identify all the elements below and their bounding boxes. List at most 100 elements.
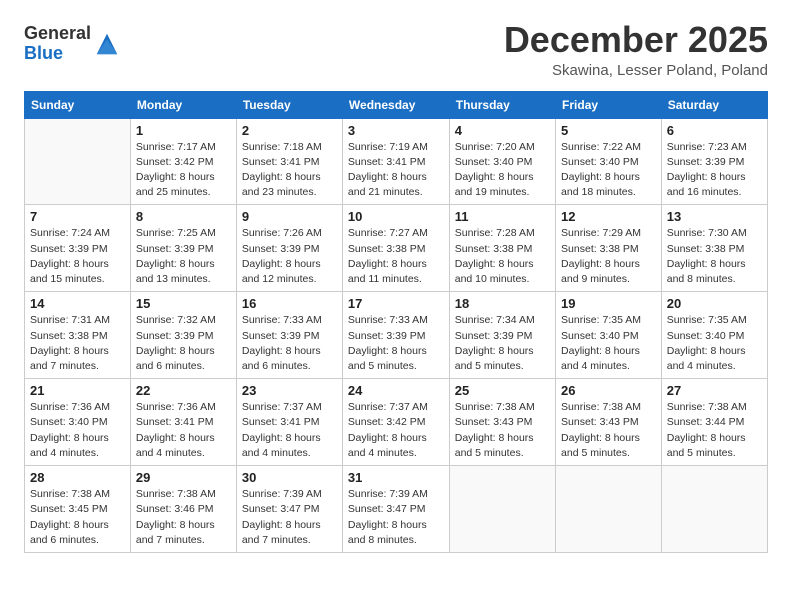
day-number: 29 xyxy=(136,470,231,485)
calendar-cell: 11 Sunrise: 7:28 AMSunset: 3:38 PMDayligh… xyxy=(449,205,555,292)
day-number: 30 xyxy=(242,470,337,485)
calendar-cell: 29 Sunrise: 7:38 AMSunset: 3:46 PMDayligh… xyxy=(130,466,236,553)
day-info: Sunrise: 7:30 AMSunset: 3:38 PMDaylight:… xyxy=(667,226,762,287)
calendar-cell: 31 Sunrise: 7:39 AMSunset: 3:47 PMDayligh… xyxy=(342,466,449,553)
calendar-cell: 7 Sunrise: 7:24 AMSunset: 3:39 PMDaylight… xyxy=(25,205,131,292)
calendar-cell: 23 Sunrise: 7:37 AMSunset: 3:41 PMDayligh… xyxy=(236,379,342,466)
calendar-cell: 2 Sunrise: 7:18 AMSunset: 3:41 PMDaylight… xyxy=(236,118,342,205)
day-info: Sunrise: 7:37 AMSunset: 3:41 PMDaylight:… xyxy=(242,400,337,461)
calendar-cell: 4Sunrise: 7:20 AMSunset: 3:40 PMDaylight… xyxy=(449,118,555,205)
day-info: Sunrise: 7:29 AMSunset: 3:38 PMDaylight:… xyxy=(561,226,656,287)
day-info: Sunrise: 7:18 AMSunset: 3:41 PMDaylight:… xyxy=(242,140,337,201)
day-number: 6 xyxy=(667,123,762,138)
calendar-cell: 14 Sunrise: 7:31 AMSunset: 3:38 PMDayligh… xyxy=(25,292,131,379)
calendar-cell: 26Sunrise: 7:38 AMSunset: 3:43 PMDayligh… xyxy=(556,379,662,466)
day-number: 4 xyxy=(455,123,550,138)
day-info: Sunrise: 7:19 AMSunset: 3:41 PMDaylight:… xyxy=(348,140,444,201)
day-number: 12 xyxy=(561,209,656,224)
day-info: Sunrise: 7:38 AMSunset: 3:44 PMDaylight:… xyxy=(667,400,762,461)
day-number: 10 xyxy=(348,209,444,224)
day-number: 14 xyxy=(30,296,125,311)
day-info: Sunrise: 7:35 AMSunset: 3:40 PMDaylight:… xyxy=(667,313,762,374)
day-number: 23 xyxy=(242,383,337,398)
day-info: Sunrise: 7:24 AMSunset: 3:39 PMDaylight:… xyxy=(30,226,125,287)
day-info: Sunrise: 7:39 AMSunset: 3:47 PMDaylight:… xyxy=(242,487,337,548)
day-number: 20 xyxy=(667,296,762,311)
day-info: Sunrise: 7:36 AMSunset: 3:41 PMDaylight:… xyxy=(136,400,231,461)
calendar-cell: 24 Sunrise: 7:37 AMSunset: 3:42 PMDayligh… xyxy=(342,379,449,466)
day-info: Sunrise: 7:17 AMSunset: 3:42 PMDaylight:… xyxy=(136,140,231,201)
day-info: Sunrise: 7:37 AMSunset: 3:42 PMDaylight:… xyxy=(348,400,444,461)
day-number: 15 xyxy=(136,296,231,311)
day-info: Sunrise: 7:25 AMSunset: 3:39 PMDaylight:… xyxy=(136,226,231,287)
day-number: 19 xyxy=(561,296,656,311)
day-info: Sunrise: 7:38 AMSunset: 3:46 PMDaylight:… xyxy=(136,487,231,548)
calendar-cell xyxy=(661,466,767,553)
day-info: Sunrise: 7:27 AMSunset: 3:38 PMDaylight:… xyxy=(348,226,444,287)
calendar-header-tuesday: Tuesday xyxy=(236,91,342,118)
logo-blue: Blue xyxy=(24,44,91,64)
day-number: 2 xyxy=(242,123,337,138)
calendar-cell: 6 Sunrise: 7:23 AMSunset: 3:39 PMDaylight… xyxy=(661,118,767,205)
day-info: Sunrise: 7:28 AMSunset: 3:38 PMDaylight:… xyxy=(455,226,550,287)
day-info: Sunrise: 7:33 AMSunset: 3:39 PMDaylight:… xyxy=(242,313,337,374)
day-number: 24 xyxy=(348,383,444,398)
calendar-cell: 12 Sunrise: 7:29 AMSunset: 3:38 PMDayligh… xyxy=(556,205,662,292)
logo: General Blue xyxy=(24,24,121,64)
day-number: 11 xyxy=(455,209,550,224)
calendar-cell: 1 Sunrise: 7:17 AMSunset: 3:42 PMDaylight… xyxy=(130,118,236,205)
location-title: Skawina, Lesser Poland, Poland xyxy=(504,62,768,79)
day-number: 5 xyxy=(561,123,656,138)
calendar-cell: 10 Sunrise: 7:27 AMSunset: 3:38 PMDayligh… xyxy=(342,205,449,292)
logo-general: General xyxy=(24,24,91,44)
day-number: 21 xyxy=(30,383,125,398)
day-info: Sunrise: 7:38 AMSunset: 3:43 PMDaylight:… xyxy=(455,400,550,461)
logo-icon xyxy=(93,30,121,58)
calendar-header-wednesday: Wednesday xyxy=(342,91,449,118)
calendar-cell: 13 Sunrise: 7:30 AMSunset: 3:38 PMDayligh… xyxy=(661,205,767,292)
day-number: 7 xyxy=(30,209,125,224)
day-info: Sunrise: 7:35 AMSunset: 3:40 PMDaylight:… xyxy=(561,313,656,374)
calendar-cell: 16 Sunrise: 7:33 AMSunset: 3:39 PMDayligh… xyxy=(236,292,342,379)
calendar-cell xyxy=(556,466,662,553)
day-info: Sunrise: 7:26 AMSunset: 3:39 PMDaylight:… xyxy=(242,226,337,287)
calendar-cell: 5 Sunrise: 7:22 AMSunset: 3:40 PMDaylight… xyxy=(556,118,662,205)
calendar-cell: 15 Sunrise: 7:32 AMSunset: 3:39 PMDayligh… xyxy=(130,292,236,379)
day-info: Sunrise: 7:38 AMSunset: 3:45 PMDaylight:… xyxy=(30,487,125,548)
day-number: 22 xyxy=(136,383,231,398)
day-number: 31 xyxy=(348,470,444,485)
calendar-cell: 8Sunrise: 7:25 AMSunset: 3:39 PMDaylight… xyxy=(130,205,236,292)
day-info: Sunrise: 7:32 AMSunset: 3:39 PMDaylight:… xyxy=(136,313,231,374)
day-info: Sunrise: 7:34 AMSunset: 3:39 PMDaylight:… xyxy=(455,313,550,374)
day-info: Sunrise: 7:33 AMSunset: 3:39 PMDaylight:… xyxy=(348,313,444,374)
page-header: General Blue December 2025 Skawina, Less… xyxy=(24,20,768,79)
day-info: Sunrise: 7:23 AMSunset: 3:39 PMDaylight:… xyxy=(667,140,762,201)
calendar-week-row: 7 Sunrise: 7:24 AMSunset: 3:39 PMDaylight… xyxy=(25,205,768,292)
day-number: 18 xyxy=(455,296,550,311)
day-number: 27 xyxy=(667,383,762,398)
calendar-cell xyxy=(449,466,555,553)
day-info: Sunrise: 7:22 AMSunset: 3:40 PMDaylight:… xyxy=(561,140,656,201)
calendar-week-row: 14 Sunrise: 7:31 AMSunset: 3:38 PMDayligh… xyxy=(25,292,768,379)
day-number: 28 xyxy=(30,470,125,485)
calendar-header-sunday: Sunday xyxy=(25,91,131,118)
calendar-cell: 22 Sunrise: 7:36 AMSunset: 3:41 PMDayligh… xyxy=(130,379,236,466)
title-block: December 2025 Skawina, Lesser Poland, Po… xyxy=(504,20,768,79)
calendar-cell: 28 Sunrise: 7:38 AMSunset: 3:45 PMDayligh… xyxy=(25,466,131,553)
calendar-cell: 27 Sunrise: 7:38 AMSunset: 3:44 PMDayligh… xyxy=(661,379,767,466)
calendar-cell: 9 Sunrise: 7:26 AMSunset: 3:39 PMDaylight… xyxy=(236,205,342,292)
calendar-cell: 17 Sunrise: 7:33 AMSunset: 3:39 PMDayligh… xyxy=(342,292,449,379)
day-number: 16 xyxy=(242,296,337,311)
day-number: 3 xyxy=(348,123,444,138)
calendar-header-friday: Friday xyxy=(556,91,662,118)
calendar-header-saturday: Saturday xyxy=(661,91,767,118)
day-number: 9 xyxy=(242,209,337,224)
day-number: 1 xyxy=(136,123,231,138)
calendar-cell: 3 Sunrise: 7:19 AMSunset: 3:41 PMDaylight… xyxy=(342,118,449,205)
day-number: 13 xyxy=(667,209,762,224)
calendar-week-row: 28 Sunrise: 7:38 AMSunset: 3:45 PMDayligh… xyxy=(25,466,768,553)
day-info: Sunrise: 7:31 AMSunset: 3:38 PMDaylight:… xyxy=(30,313,125,374)
day-info: Sunrise: 7:39 AMSunset: 3:47 PMDaylight:… xyxy=(348,487,444,548)
calendar-header-monday: Monday xyxy=(130,91,236,118)
day-number: 17 xyxy=(348,296,444,311)
